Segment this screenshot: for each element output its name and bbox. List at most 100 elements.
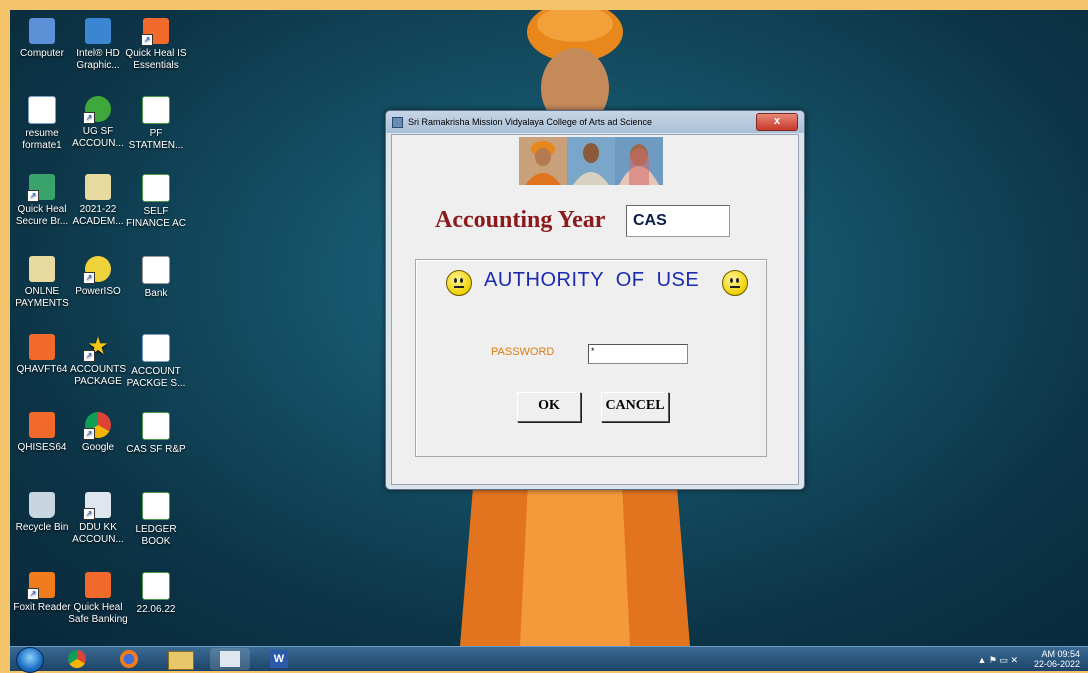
desktop-icon-bank[interactable]: Bank (124, 256, 188, 300)
secure-browser-icon: ↗ (27, 174, 55, 202)
ok-button[interactable]: OK (517, 392, 581, 422)
desktop-icon-label: Quick Heal Safe Banking (68, 602, 128, 625)
dialog-title: Sri Ramakrisha Mission Vidyalaya College… (408, 117, 652, 127)
desktop-icon-label: Computer (20, 48, 64, 59)
desktop-icon-label: LEDGER BOOK (135, 524, 177, 547)
taskbar-chrome[interactable] (58, 648, 98, 670)
folder-icon (29, 256, 55, 282)
excel-document-icon (142, 174, 170, 202)
desktop-icon-foxit-reader[interactable]: ↗ Foxit Reader (10, 572, 74, 614)
accounting-year-input[interactable]: CAS (626, 205, 730, 237)
desktop-icon-academic[interactable]: 2021-22 ACADEM... (66, 174, 130, 228)
desktop-icon-self-finance[interactable]: SELF FINANCE AC (124, 174, 188, 230)
desktop-icon-secure-browser[interactable]: ↗ Quick Heal Secure Br... (10, 174, 74, 228)
safe-banking-icon (85, 572, 111, 598)
star-shortcut-icon: ★ ↗ (83, 334, 111, 362)
tree-shortcut-icon: ↗ (83, 96, 111, 124)
desktop-icon-label: Quick Heal Secure Br... (15, 204, 69, 227)
desktop-icon-label: Google (81, 442, 115, 453)
desktop-icon-22-06-22[interactable]: 22.06.22 (124, 572, 188, 616)
desktop-icon-accounts-package[interactable]: ★ ↗ ACCOUNTS PACKAGE (66, 334, 130, 388)
desktop-icon-label: Quick Heal IS Essentials (125, 48, 187, 71)
password-input[interactable]: * (588, 344, 688, 364)
computer-icon (29, 18, 55, 44)
desktop-icon-label: SELF FINANCE AC (125, 206, 186, 229)
desktop-icon-label: DDU KK ACCOUN... (72, 522, 124, 545)
desktop-icon-label: resume formate1 (22, 128, 62, 151)
quick-heal-icon: ↗ (141, 18, 169, 46)
desktop-icon-ledger-book[interactable]: LEDGER BOOK (124, 492, 188, 548)
close-icon: x (773, 115, 781, 127)
desktop-icon-ug-sf[interactable]: ↗ UG SF ACCOUN... (66, 96, 130, 150)
desktop-icon-ddu-kk[interactable]: ↗ DDU KK ACCOUN... (66, 492, 130, 546)
desktop-icon-label: PowerISO (75, 286, 121, 297)
quick-heal-icon (29, 412, 55, 438)
desktop-icon-label: Intel® HD Graphic... (76, 48, 120, 71)
desktop-icon-poweriso[interactable]: ↗ PowerISO (66, 256, 130, 298)
excel-document-icon (142, 572, 170, 600)
desktop-icon-label: PF STATMEN... (128, 128, 184, 151)
desktop-icon-safe-banking[interactable]: Quick Heal Safe Banking (66, 572, 130, 626)
desktop-icon-label: 22.06.22 (136, 604, 176, 615)
authority-group-box: AUTHORITY OF USE PASSWORD * OK CANCEL (415, 259, 767, 457)
desktop-icon-label: ONLNE PAYMENTS (15, 286, 69, 309)
cancel-button[interactable]: CANCEL (601, 392, 669, 422)
recycle-bin-icon (29, 492, 55, 518)
excel-document-icon (142, 412, 170, 440)
desktop-icon-computer[interactable]: Computer (10, 18, 74, 60)
desktop-icon-label: 2021-22 ACADEM... (72, 204, 124, 227)
desktop-icon-label: Bank (144, 288, 168, 299)
desktop-icon-resume[interactable]: resume formate1 (10, 96, 74, 152)
poweriso-icon: ↗ (83, 256, 111, 284)
intel-graphics-icon (85, 18, 111, 44)
desktop-icon-qhavft64[interactable]: QHAVFT64 (10, 334, 74, 376)
document-icon (142, 256, 170, 284)
accounting-year-label: Accounting Year (435, 207, 606, 233)
chrome-icon: ↗ (83, 412, 111, 440)
login-dialog: Sri Ramakrisha Mission Vidyalaya College… (385, 110, 805, 490)
word-document-icon (28, 96, 56, 124)
explorer-icon (168, 651, 194, 670)
desktop-icon-label: UG SF ACCOUN... (72, 126, 124, 149)
smiley-right-icon (722, 270, 748, 296)
taskbar-word[interactable]: W (260, 648, 300, 670)
word-icon: W (270, 650, 288, 668)
start-button[interactable] (16, 647, 44, 673)
tray-icons: ▲ ⚑ ▭ ✕ (977, 655, 1018, 665)
desktop-icon-intel-graphics[interactable]: Intel® HD Graphic... (66, 18, 130, 72)
close-button[interactable]: x (756, 113, 798, 131)
dialog-client-area: Accounting Year CAS AUTHORITY OF USE PAS… (391, 134, 799, 485)
taskbar-firefox[interactable] (110, 648, 150, 670)
taskbar-explorer[interactable] (160, 648, 200, 670)
taskbar-accounting-app[interactable] (210, 648, 250, 670)
shortcut-icon: ↗ (83, 492, 111, 520)
system-tray[interactable]: ▲ ⚑ ▭ ✕ AM 09:54 22-06-2022 (977, 649, 1080, 669)
app-icon (392, 117, 403, 128)
desktop-icon-quick-heal-is[interactable]: ↗ Quick Heal IS Essentials (124, 18, 188, 72)
smiley-left-icon (446, 270, 472, 296)
clock-time: AM 09:54 (1041, 649, 1080, 659)
authority-title: AUTHORITY OF USE (484, 269, 700, 291)
desktop-icon-account-packge-s[interactable]: ACCOUNT PACKGE S... (124, 334, 188, 390)
firefox-icon (120, 650, 138, 668)
folder-icon (85, 174, 111, 200)
taskbar: W ▲ ⚑ ▭ ✕ AM 09:54 22-06-2022 (10, 646, 1088, 673)
desktop-icon-qhises64[interactable]: QHISES64 (10, 412, 74, 454)
accounting-app-icon (220, 651, 240, 667)
excel-document-icon (142, 492, 170, 520)
desktop-icon-label: QHISES64 (17, 442, 67, 453)
desktop-icon-cas-sf-rp[interactable]: CAS SF R&P (124, 412, 188, 456)
desktop-icon-label: ACCOUNT PACKGE S... (126, 366, 186, 389)
word-document-icon (142, 334, 170, 362)
desktop-icon-recycle-bin[interactable]: Recycle Bin (10, 492, 74, 534)
desktop-icon-label: CAS SF R&P (126, 444, 186, 455)
dialog-titlebar[interactable]: Sri Ramakrisha Mission Vidyalaya College… (386, 111, 804, 133)
quick-heal-icon (29, 334, 55, 360)
desktop-icon-label: Recycle Bin (15, 522, 69, 533)
desktop-icon-online-payments[interactable]: ONLNE PAYMENTS (10, 256, 74, 310)
foxit-reader-icon: ↗ (27, 572, 55, 600)
desktop-icon-label: ACCOUNTS PACKAGE (69, 364, 127, 387)
desktop-icon-google[interactable]: ↗ Google (66, 412, 130, 454)
desktop-icon-pf-statement[interactable]: PF STATMEN... (124, 96, 188, 152)
desktop-icon-label: Foxit Reader (13, 602, 71, 613)
